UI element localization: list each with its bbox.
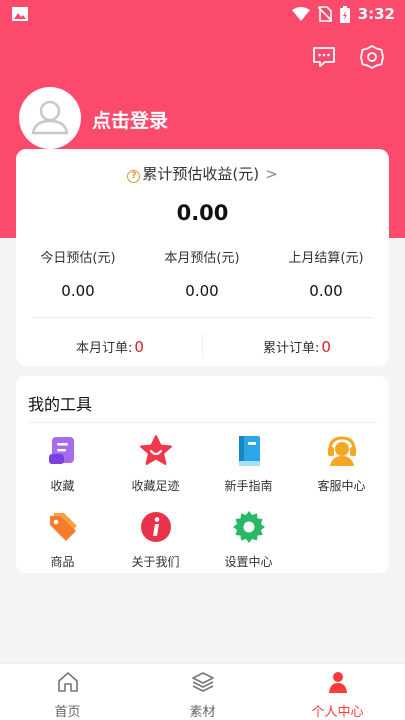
tool-label: 商品	[50, 555, 75, 569]
tool-products[interactable]: 商品	[16, 510, 109, 570]
divider	[28, 422, 377, 423]
tab-profile[interactable]: 个人中心	[270, 670, 405, 720]
stat-label: 本月预估(元)	[164, 251, 240, 266]
headset-icon	[327, 436, 356, 466]
earnings-title-row[interactable]: ? 累计预估收益(元) >	[16, 163, 389, 184]
tool-label: 客服中心	[317, 479, 366, 493]
divider	[32, 317, 373, 318]
tool-guide[interactable]: 新手指南	[202, 434, 295, 494]
tool-favorites[interactable]: 收藏	[16, 434, 109, 494]
tool-label: 关于我们	[131, 555, 180, 569]
stat-last-month: 上月结算(元) 0.00	[264, 247, 388, 300]
tool-label: 收藏	[50, 479, 75, 493]
earnings-total: 0.00	[176, 201, 229, 225]
info-icon	[140, 512, 171, 542]
tool-label: 新手指南	[224, 479, 273, 493]
message-icon[interactable]	[311, 44, 337, 70]
tab-home[interactable]: 首页	[0, 670, 135, 720]
divider	[202, 333, 203, 357]
order-count: 0	[134, 338, 144, 356]
tab-label: 首页	[54, 705, 81, 720]
layers-icon	[191, 672, 214, 692]
avatar[interactable]	[19, 87, 81, 149]
settings-icon[interactable]	[359, 44, 385, 70]
tool-label: 收藏足迹	[131, 479, 180, 493]
help-icon: ?	[127, 170, 141, 183]
order-label: 累计订单:	[263, 341, 320, 356]
tool-label: 设置中心	[224, 555, 273, 569]
tool-service[interactable]: 客服中心	[295, 434, 388, 494]
tab-label: 个人中心	[311, 705, 364, 720]
favorites-icon	[48, 437, 74, 464]
tool-settings[interactable]: 设置中心	[202, 510, 295, 570]
bottom-tab-bar: 首页 素材 个人中心	[0, 663, 405, 720]
battery-icon	[339, 5, 350, 23]
user-avatar-icon	[31, 100, 69, 135]
stat-value: 0.00	[61, 282, 95, 300]
earnings-card: ? 累计预估收益(元) > 0.00 今日预估(元) 0.00 本月预估(元) 0.…	[16, 149, 389, 366]
order-total[interactable]: 累计订单: 0	[263, 337, 331, 356]
order-label: 本月订单:	[76, 341, 133, 356]
person-icon	[328, 672, 347, 693]
stat-value: 0.00	[309, 282, 343, 300]
home-icon	[57, 672, 78, 692]
order-count: 0	[321, 338, 331, 356]
tools-title: 我的工具	[28, 395, 93, 414]
chevron-right-icon: >	[265, 165, 278, 183]
stat-label: 今日预估(元)	[40, 251, 116, 266]
wifi-icon	[291, 6, 310, 21]
order-month[interactable]: 本月订单: 0	[76, 337, 144, 356]
gallery-icon	[12, 7, 28, 21]
stat-label: 上月结算(元)	[288, 251, 364, 266]
tab-materials[interactable]: 素材	[135, 670, 270, 720]
earnings-title: 累计预估收益(元)	[142, 165, 260, 183]
status-bar: 3:32	[0, 0, 405, 28]
tab-label: 素材	[189, 705, 216, 720]
tool-about[interactable]: 关于我们	[109, 510, 202, 570]
stat-month: 本月预估(元) 0.00	[140, 247, 264, 300]
tag-icon	[49, 513, 77, 541]
stat-today: 今日预估(元) 0.00	[16, 247, 140, 300]
tool-footprint[interactable]: 收藏足迹	[109, 434, 202, 494]
tools-card: 我的工具 收藏 收藏足迹 新手指南 客服中心 商品 关于我们 设置中心	[16, 376, 389, 573]
star-icon	[139, 435, 172, 465]
no-sim-icon	[317, 6, 332, 22]
login-link[interactable]: 点击登录	[92, 106, 168, 133]
stat-value: 0.00	[185, 282, 219, 300]
gear-icon	[232, 511, 265, 543]
clock-time: 3:32	[357, 5, 395, 23]
book-icon	[238, 436, 260, 466]
